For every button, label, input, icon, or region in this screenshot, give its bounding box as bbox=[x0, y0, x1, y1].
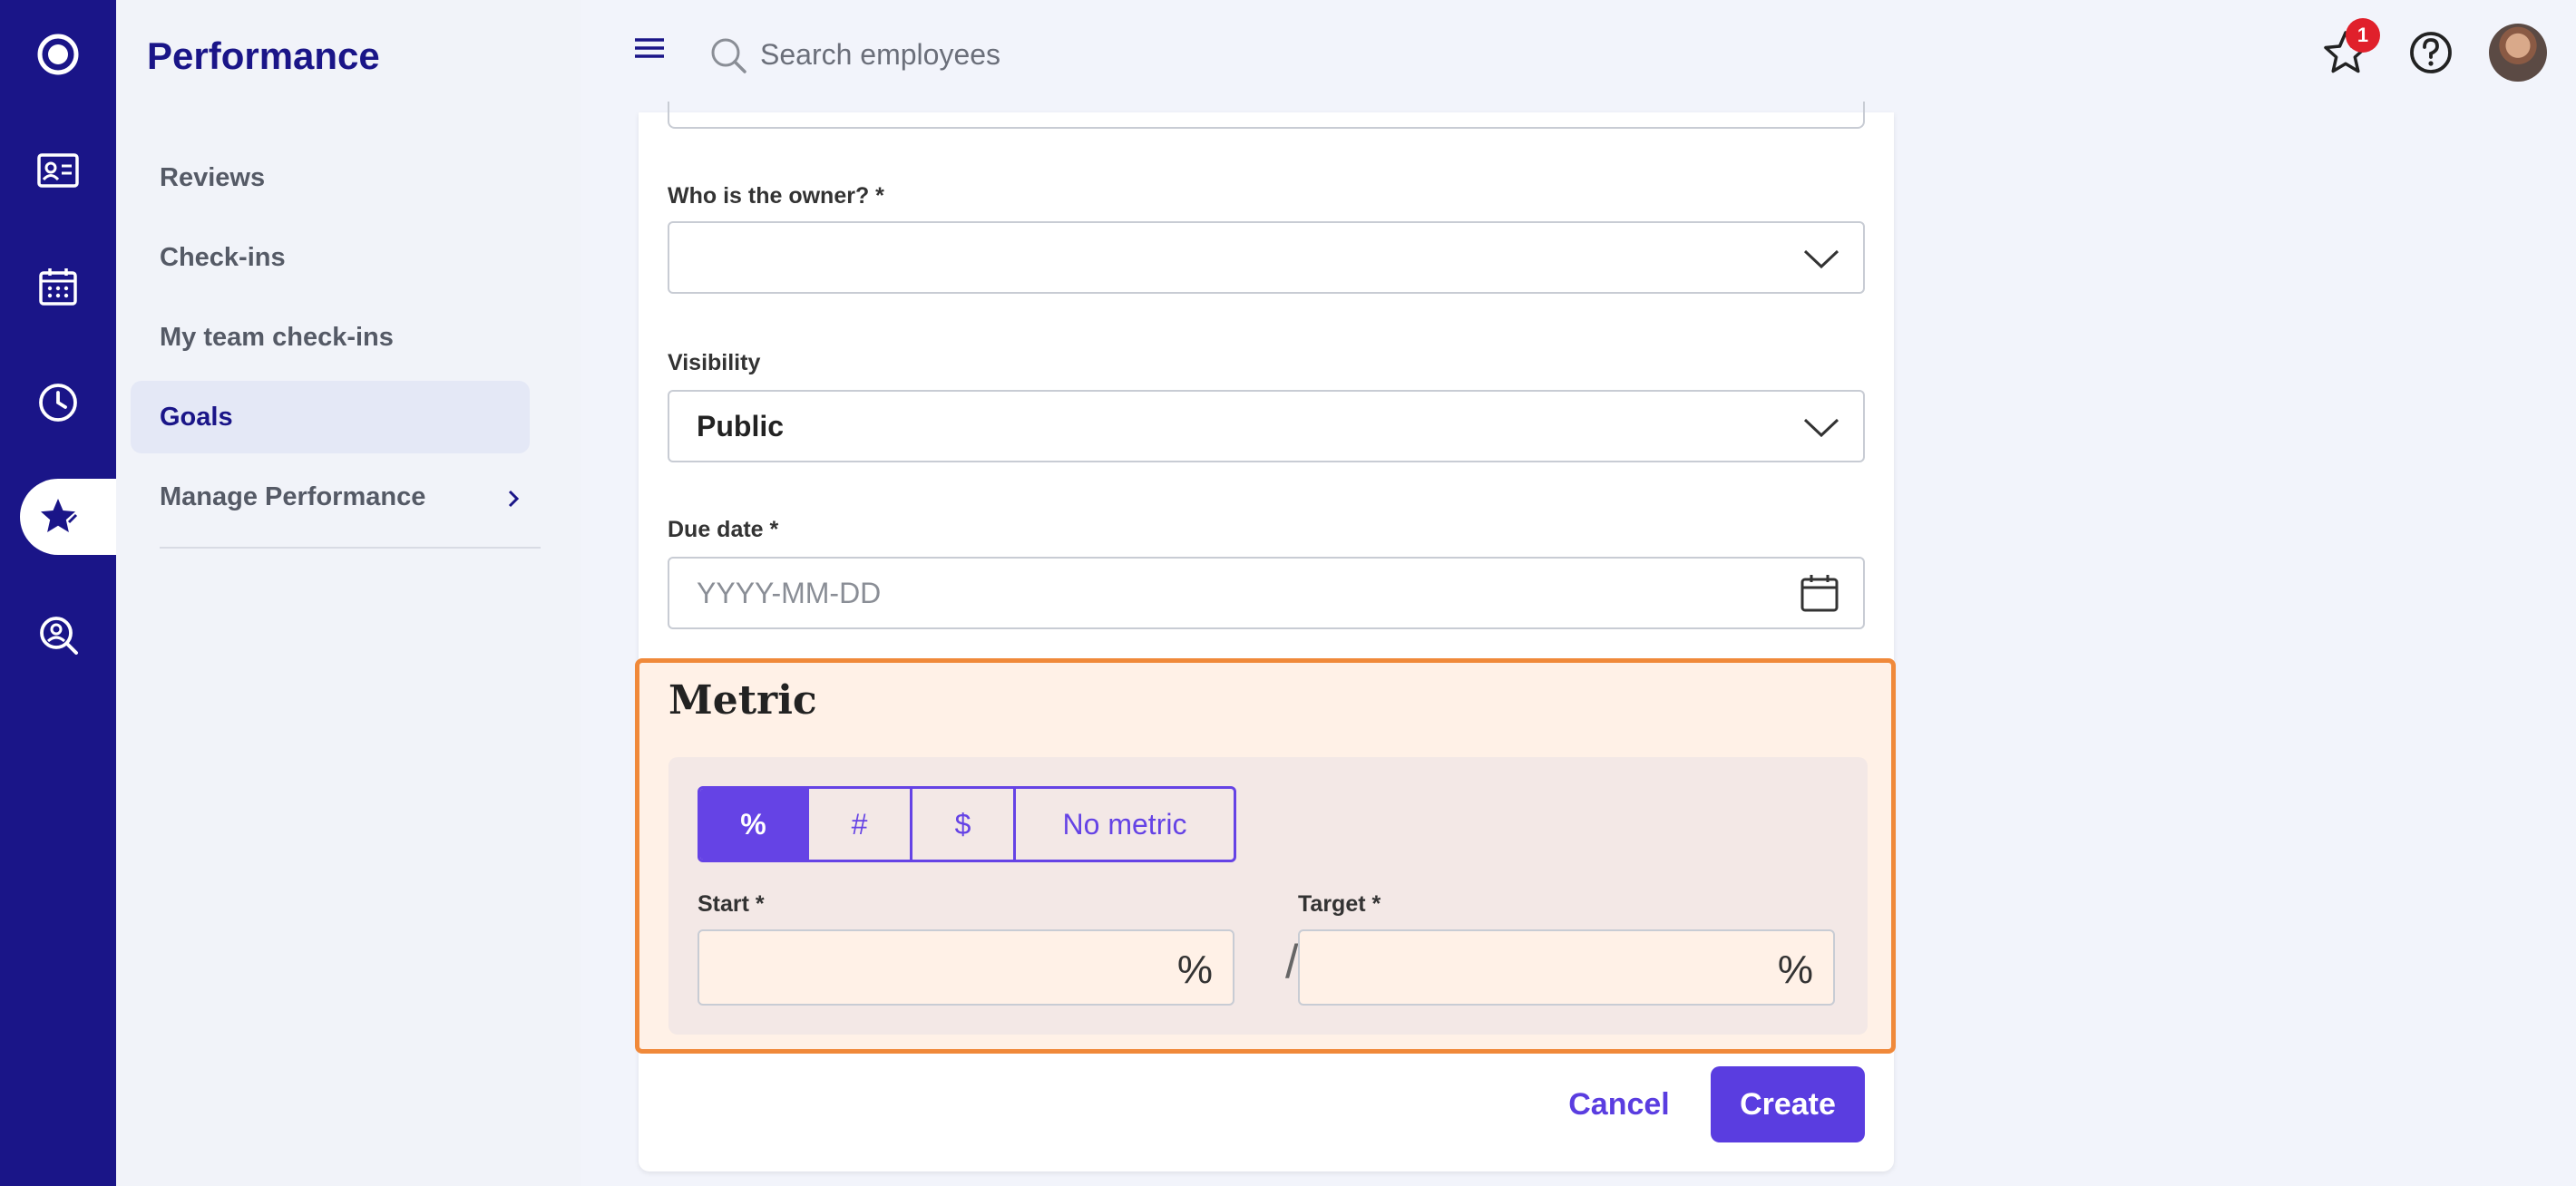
notification-badge: 1 bbox=[2346, 18, 2380, 53]
sidebar-item-label: Manage Performance bbox=[160, 481, 426, 511]
owner-label: Who is the owner? * bbox=[668, 183, 884, 209]
calendar-icon[interactable] bbox=[1800, 573, 1839, 620]
target-input[interactable]: % bbox=[1298, 929, 1835, 1006]
target-label: Target * bbox=[1298, 891, 1381, 917]
sidebar-item-goals[interactable]: Goals bbox=[131, 381, 530, 453]
cancel-button[interactable]: Cancel bbox=[1542, 1070, 1696, 1139]
logo-icon[interactable] bbox=[0, 18, 116, 91]
chevron-down-icon bbox=[1803, 243, 1839, 281]
start-label: Start * bbox=[698, 891, 765, 917]
percent-icon: % bbox=[1176, 948, 1213, 992]
owner-select[interactable] bbox=[668, 221, 1865, 294]
search-icon bbox=[709, 36, 747, 79]
search-person-icon[interactable] bbox=[0, 598, 116, 671]
create-button[interactable]: Create bbox=[1711, 1066, 1865, 1142]
sidebar-item-label: Check-ins bbox=[160, 242, 286, 272]
hamburger-menu-icon[interactable] bbox=[633, 36, 668, 68]
chevron-down-icon bbox=[1803, 412, 1839, 450]
sidebar-title: Performance bbox=[147, 34, 380, 77]
metric-section: Metric % # $ No metric Start * % / Targe… bbox=[635, 658, 1896, 1054]
sidebar-item-label: Reviews bbox=[160, 162, 266, 192]
visibility-select[interactable]: Public bbox=[668, 390, 1865, 462]
sidebar-item-manage-performance[interactable]: Manage Performance bbox=[131, 461, 530, 533]
visibility-label: Visibility bbox=[668, 350, 761, 375]
id-card-icon[interactable] bbox=[0, 134, 116, 207]
metric-type-toggle: % # $ No metric bbox=[698, 786, 1236, 862]
due-date-input[interactable]: YYYY-MM-DD bbox=[668, 557, 1865, 629]
metric-title: Metric bbox=[668, 677, 817, 724]
due-date-placeholder: YYYY-MM-DD bbox=[697, 576, 882, 609]
metric-currency-button[interactable]: $ bbox=[912, 789, 1016, 860]
metric-panel: % # $ No metric Start * % / Target * % bbox=[668, 757, 1868, 1035]
visibility-value: Public bbox=[697, 409, 785, 442]
star-performance-icon[interactable] bbox=[20, 481, 96, 553]
chevron-right-icon bbox=[506, 486, 521, 516]
start-input[interactable]: % bbox=[698, 929, 1234, 1006]
icon-rail bbox=[0, 0, 116, 1186]
search-input[interactable] bbox=[760, 27, 1395, 82]
sidebar-divider bbox=[160, 547, 541, 549]
calendar-icon[interactable] bbox=[0, 250, 116, 323]
metric-none-button[interactable]: No metric bbox=[1016, 789, 1234, 860]
sidebar-item-label: Goals bbox=[160, 402, 233, 432]
performance-sidebar: Performance Reviews Check-ins My team ch… bbox=[116, 0, 581, 1186]
sidebar-item-reviews[interactable]: Reviews bbox=[131, 141, 530, 214]
metric-number-button[interactable]: # bbox=[809, 789, 912, 860]
clock-icon[interactable] bbox=[0, 366, 116, 439]
due-date-label: Due date * bbox=[668, 517, 779, 542]
previous-field-edge[interactable] bbox=[668, 102, 1865, 129]
range-separator: / bbox=[1285, 936, 1299, 988]
user-avatar[interactable] bbox=[2489, 24, 2547, 82]
percent-icon: % bbox=[1777, 948, 1813, 992]
help-icon[interactable] bbox=[2405, 27, 2456, 78]
sidebar-item-my-team-check-ins[interactable]: My team check-ins bbox=[131, 301, 530, 374]
metric-percent-button[interactable]: % bbox=[700, 789, 809, 860]
sidebar-item-label: My team check-ins bbox=[160, 322, 394, 352]
sidebar-item-check-ins[interactable]: Check-ins bbox=[131, 221, 530, 294]
